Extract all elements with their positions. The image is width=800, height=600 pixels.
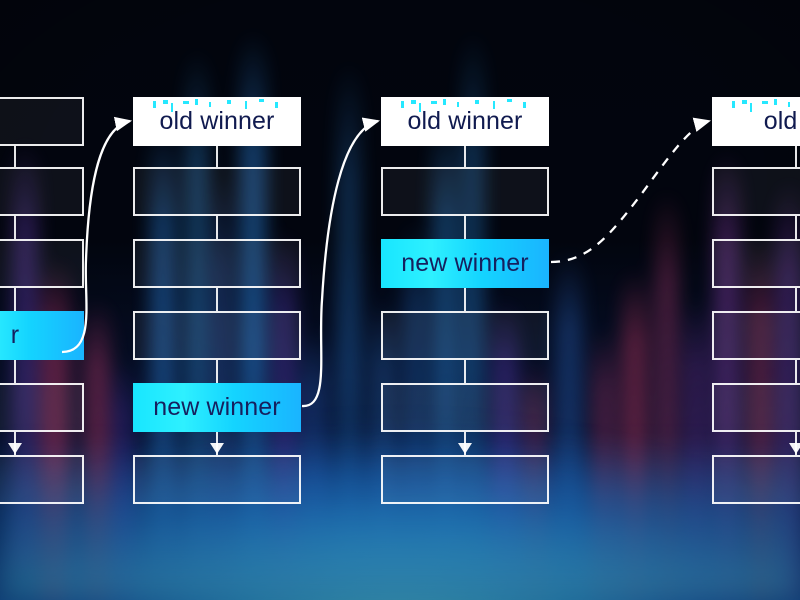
link-curve-column0-to-column1: [61, 116, 133, 354]
link-curves-layer: [61, 116, 712, 408]
link-curve-column1-to-column2: [301, 117, 381, 408]
link-curve-column2-to-column3: [550, 117, 712, 264]
diagram-canvas: r old winner new winner old winner new winne…: [0, 0, 800, 600]
